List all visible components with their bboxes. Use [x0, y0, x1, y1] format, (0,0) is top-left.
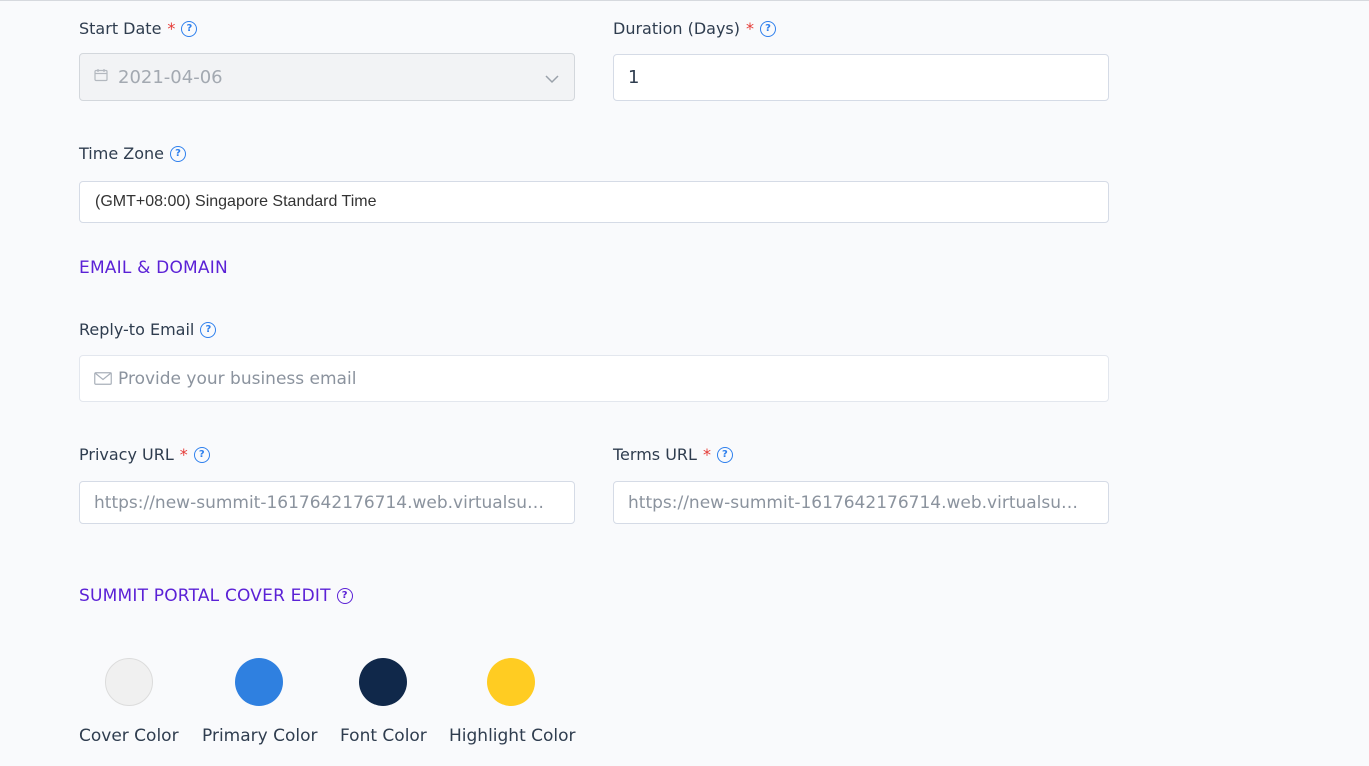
duration-label-text: Duration (Days): [613, 19, 740, 38]
help-icon[interactable]: ?: [169, 146, 186, 162]
font-color-swatch[interactable]: [359, 658, 407, 706]
email-domain-heading: EMAIL & DOMAIN: [79, 258, 228, 278]
help-icon[interactable]: ?: [193, 447, 210, 463]
duration-input[interactable]: 1: [613, 54, 1109, 101]
chevron-down-icon: [544, 70, 560, 90]
time-zone-label-text: Time Zone: [79, 144, 164, 163]
reply-to-email-placeholder: Provide your business email: [118, 368, 357, 389]
terms-url-label-text: Terms URL: [613, 445, 697, 464]
start-date-picker[interactable]: 2021-04-06: [79, 53, 575, 101]
cover-color-label: Cover Color: [79, 726, 179, 746]
required-asterisk: *: [746, 19, 754, 38]
required-asterisk: *: [179, 445, 188, 464]
duration-value: 1: [628, 67, 640, 88]
highlight-color-label: Highlight Color: [449, 726, 576, 746]
time-zone-value: (GMT+08:00) Singapore Standard Time: [95, 193, 377, 210]
time-zone-label: Time Zone ?: [79, 144, 186, 164]
cover-color-swatch[interactable]: [105, 658, 153, 706]
terms-url-label: Terms URL * ?: [613, 445, 733, 465]
required-asterisk: *: [167, 19, 176, 38]
primary-color-label: Primary Color: [202, 726, 318, 746]
calendar-icon: [94, 67, 108, 87]
time-zone-select[interactable]: (GMT+08:00) Singapore Standard Time: [79, 181, 1109, 223]
email-domain-heading-text: EMAIL & DOMAIN: [79, 258, 228, 278]
envelope-icon: [94, 370, 112, 390]
top-divider: [0, 0, 1369, 1]
start-date-value: 2021-04-06: [118, 66, 223, 88]
duration-label: Duration (Days) * ?: [613, 19, 776, 39]
cover-edit-heading: SUMMIT PORTAL COVER EDIT ?: [79, 586, 353, 606]
privacy-url-input[interactable]: https://new-summit-1617642176714.web.vir…: [79, 481, 575, 524]
help-icon[interactable]: ?: [200, 322, 217, 338]
reply-to-email-label: Reply-to Email ?: [79, 320, 217, 340]
cover-edit-heading-text: SUMMIT PORTAL COVER EDIT: [79, 586, 331, 606]
font-color-label: Font Color: [340, 726, 427, 746]
highlight-color-swatch[interactable]: [487, 658, 535, 706]
privacy-url-label-text: Privacy URL: [79, 445, 174, 464]
help-icon[interactable]: ?: [716, 447, 733, 463]
start-date-label-text: Start Date: [79, 19, 162, 38]
primary-color-swatch[interactable]: [235, 658, 283, 706]
reply-to-email-label-text: Reply-to Email: [79, 320, 195, 339]
privacy-url-value: https://new-summit-1617642176714.web.vir…: [94, 492, 560, 513]
help-icon[interactable]: ?: [336, 588, 353, 604]
terms-url-value: https://new-summit-1617642176714.web.vir…: [628, 492, 1094, 513]
help-icon[interactable]: ?: [760, 21, 776, 37]
required-asterisk: *: [702, 445, 711, 464]
terms-url-input[interactable]: https://new-summit-1617642176714.web.vir…: [613, 481, 1109, 524]
reply-to-email-input[interactable]: Provide your business email: [79, 355, 1109, 402]
privacy-url-label: Privacy URL * ?: [79, 445, 210, 465]
start-date-label: Start Date * ?: [79, 19, 198, 39]
help-icon[interactable]: ?: [181, 21, 198, 37]
